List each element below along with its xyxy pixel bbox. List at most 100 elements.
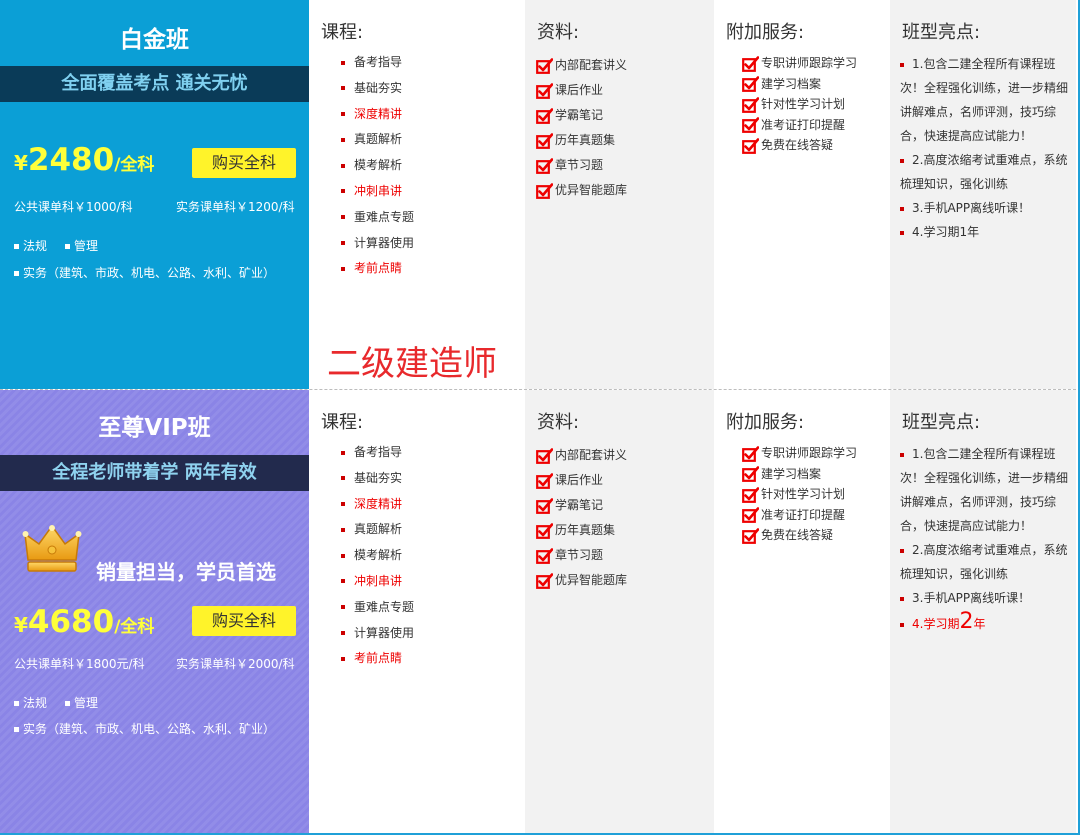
plan-price: ¥4680/全科 [14, 604, 154, 640]
materials-column: 资料: 内部配套讲义 课后作业 学霸笔记 历年真题集 章节习题 优异智能题库 [525, 0, 714, 389]
course-item: 备考指导 [341, 50, 414, 76]
course-item: 计算器使用 [341, 621, 414, 647]
checkbox-check-icon [742, 486, 759, 503]
checkbox-check-icon [742, 117, 759, 133]
buy-all-button[interactable]: 购买全科 [192, 148, 296, 178]
course-item: 重难点专题 [341, 595, 414, 621]
subject-practice: 实务（建筑、市政、机电、公路、水利、矿业） [14, 265, 294, 282]
service-item: 专职讲师跟踪学习 [742, 53, 857, 74]
price-unit: /全科 [114, 617, 155, 637]
highlights-list: 1.包含二建全程所有课程班次！全程强化训练，进一步精细讲解难点，名师评测，技巧综… [900, 442, 1072, 636]
course-item: 冲刺串讲 [341, 179, 414, 205]
highlight-item: 3.手机APP离线听课！ [900, 196, 1072, 220]
plan-slogan: 销量担当，学员首选 [96, 560, 276, 584]
services-header: 附加服务: [726, 22, 805, 43]
courses-column: 课程: 备考指导 基础夯实 深度精讲 真题解析 模考解析 冲刺串讲 重难点专题 计算器使用 考前… [309, 0, 525, 389]
subject-management: 管理 [74, 696, 99, 710]
subject-law: 法规 [23, 239, 48, 253]
material-item: 学霸笔记 [536, 103, 627, 128]
highlights-header: 班型亮点: [902, 22, 981, 43]
subject-list: 法规 管理 [14, 695, 294, 712]
course-item: 深度精讲 [341, 492, 414, 518]
highlights-column: 班型亮点: 1.包含二建全程所有课程班次！全程强化训练，进一步精细讲解难点，名师… [890, 0, 1076, 389]
subject-practice-label: 实务（建筑、市政、机电、公路、水利、矿业） [23, 266, 276, 280]
highlight-item: 1.包含二建全程所有课程班次！全程强化训练，进一步精细讲解难点，名师评测，技巧综… [900, 447, 1069, 533]
service-item: 针对性学习计划 [742, 484, 857, 505]
course-item: 基础夯实 [341, 466, 414, 492]
service-item: 准考证打印提醒 [742, 115, 857, 136]
material-item: 历年真题集 [536, 128, 627, 153]
plan-summary-panel: 白金班 全面覆盖考点 通关无忧 ¥2480/全科 购买全科 公共课单科￥1000… [0, 0, 309, 389]
materials-header: 资料: [537, 22, 580, 43]
material-item: 内部配套讲义 [536, 53, 627, 78]
exam-banner: 二级建造师 [327, 344, 497, 384]
practice-course-price: 实务课单科￥1200/科 [176, 200, 295, 214]
checkbox-check-icon [742, 527, 759, 544]
course-item: 冲刺串讲 [341, 569, 414, 595]
public-course-price: 公共课单科￥1000/科 [14, 200, 133, 214]
material-item: 学霸笔记 [536, 493, 627, 518]
checkbox-check-icon [536, 472, 553, 489]
checkbox-check-icon [536, 447, 553, 464]
course-list: 备考指导 基础夯实 深度精讲 真题解析 模考解析 冲刺串讲 重难点专题 计算器使用 考前点睛 [341, 440, 414, 672]
course-item: 模考解析 [341, 543, 414, 569]
service-item: 专职讲师跟踪学习 [742, 443, 857, 464]
highlight-item: 4.学习期2年 [900, 610, 1072, 636]
checkbox-check-icon [742, 76, 759, 92]
price-amount: 4680 [27, 604, 115, 640]
subject-list: 法规 管理 [14, 238, 294, 255]
plan-platinum: 白金班 全面覆盖考点 通关无忧 ¥2480/全科 购买全科 公共课单科￥1000… [0, 0, 1076, 390]
course-item: 考前点睛 [341, 646, 414, 672]
materials-header: 资料: [537, 412, 580, 433]
checkbox-check-icon [536, 82, 553, 99]
service-item: 准考证打印提醒 [742, 505, 857, 526]
courses-column: 课程: 备考指导 基础夯实 深度精讲 真题解析 模考解析 冲刺串讲 重难点专题 计算器使用 考前… [309, 390, 525, 833]
services-list: 专职讲师跟踪学习 建学习档案 针对性学习计划 准考证打印提醒 免费在线答疑 [742, 53, 857, 156]
checkbox-check-icon [536, 547, 553, 564]
services-column: 附加服务: 专职讲师跟踪学习 建学习档案 针对性学习计划 准考证打印提醒 免费在线答疑 [714, 390, 890, 833]
material-item: 章节习题 [536, 153, 627, 178]
material-item: 课后作业 [536, 78, 627, 103]
buy-all-button[interactable]: 购买全科 [192, 606, 296, 636]
checkbox-check-icon [742, 55, 759, 72]
service-item: 建学习档案 [742, 464, 857, 485]
highlight-item: 3.手机APP离线听课！ [900, 586, 1072, 610]
services-header: 附加服务: [726, 412, 805, 433]
plan-title: 至尊VIP班 [98, 415, 211, 441]
course-item: 基础夯实 [341, 76, 414, 102]
checkbox-check-icon [536, 132, 553, 149]
plan-price: ¥2480/全科 [14, 142, 154, 178]
materials-list: 内部配套讲义 课后作业 学霸笔记 历年真题集 章节习题 优异智能题库 [536, 443, 627, 593]
checkbox-check-icon [536, 182, 553, 199]
checkbox-check-icon [536, 572, 553, 589]
material-item: 内部配套讲义 [536, 443, 627, 468]
courses-header: 课程: [321, 412, 364, 433]
services-column: 附加服务: 专职讲师跟踪学习 建学习档案 针对性学习计划 准考证打印提醒 免费在线答疑 [714, 0, 890, 389]
plan-vip: 至尊VIP班 全程老师带着学 两年有效 销量担当，学员首选 ¥4680/全科 购… [0, 390, 1076, 833]
service-item: 免费在线答疑 [742, 525, 857, 546]
materials-column: 资料: 内部配套讲义 课后作业 学霸笔记 历年真题集 章节习题 优异智能题库 [525, 390, 714, 833]
plan-summary-panel: 至尊VIP班 全程老师带着学 两年有效 销量担当，学员首选 ¥4680/全科 购… [0, 390, 309, 833]
courses-header: 课程: [321, 22, 364, 43]
course-item: 计算器使用 [341, 231, 414, 257]
crown-icon [22, 524, 82, 572]
course-list: 备考指导 基础夯实 深度精讲 真题解析 模考解析 冲刺串讲 重难点专题 计算器使用 考前点睛 [341, 50, 414, 282]
price-currency: ¥ [14, 613, 28, 637]
price-amount: 2480 [27, 142, 115, 178]
highlights-header: 班型亮点: [902, 412, 981, 433]
course-item: 真题解析 [341, 517, 414, 543]
material-item: 章节习题 [536, 543, 627, 568]
services-list: 专职讲师跟踪学习 建学习档案 针对性学习计划 准考证打印提醒 免费在线答疑 [742, 443, 857, 546]
course-item: 模考解析 [341, 153, 414, 179]
subject-practice: 实务（建筑、市政、机电、公路、水利、矿业） [14, 721, 294, 738]
course-item: 备考指导 [341, 440, 414, 466]
plan-subtitle: 全程老师带着学 两年有效 [0, 455, 309, 491]
highlights-list: 1.包含二建全程所有课程班次！全程强化训练，进一步精细讲解难点，名师评测，技巧综… [900, 52, 1072, 244]
price-currency: ¥ [14, 151, 28, 175]
public-course-price: 公共课单科￥1800元/科 [14, 657, 145, 671]
material-item: 优异智能题库 [536, 568, 627, 593]
checkbox-check-icon [742, 137, 759, 154]
service-item: 建学习档案 [742, 74, 857, 95]
subject-management: 管理 [74, 239, 99, 253]
highlight-item: 1.包含二建全程所有课程班次！全程强化训练，进一步精细讲解难点，名师评测，技巧综… [900, 57, 1069, 143]
